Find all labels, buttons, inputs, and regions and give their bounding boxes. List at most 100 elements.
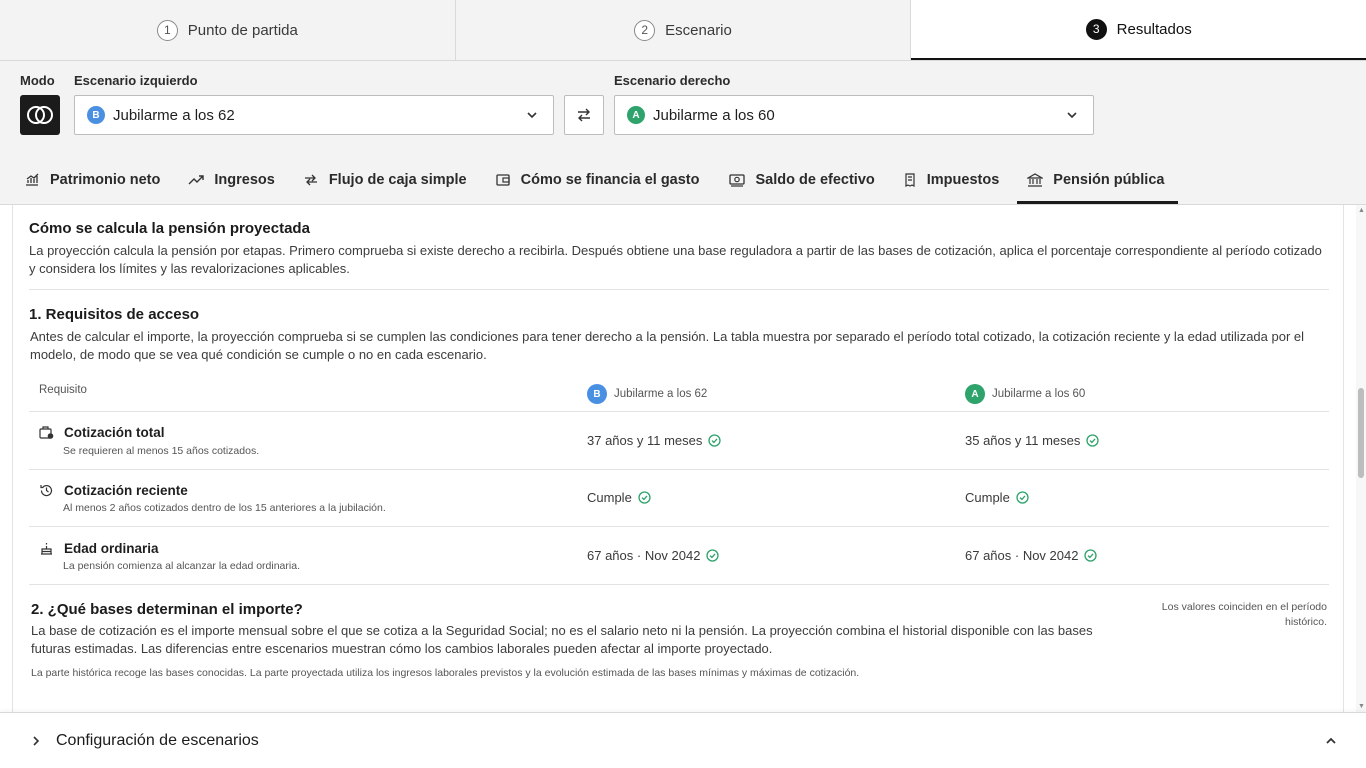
step-label: Escenario	[665, 21, 732, 39]
row-value-a: 35 años y 11 meses	[965, 433, 1100, 448]
historical-note: Los valores coinciden en el período hist…	[1161, 601, 1327, 628]
value-text: 67 años · Nov 2042	[965, 548, 1079, 563]
table-row-title: Cotización total	[39, 425, 165, 440]
row-value-a: 67 años · Nov 2042	[965, 548, 1098, 563]
value-text: Cumple	[587, 490, 632, 505]
scenario-a-badge: A	[965, 384, 985, 404]
compare-circles-icon	[27, 106, 53, 124]
col-header-label: Jubilarme a los 60	[992, 388, 1086, 400]
check-circle-icon	[708, 434, 722, 447]
right-scenario-label: Escenario derecho	[614, 73, 731, 88]
bases-text: La base de cotización es el importe mens…	[31, 623, 1093, 656]
row-subtitle: Se requieren al menos 15 años cotizados.	[63, 445, 260, 457]
check-circle-icon	[706, 549, 720, 562]
scenario-b-badge: B	[87, 106, 105, 124]
bases-small-note: La parte histórica recoge las bases cono…	[31, 667, 860, 679]
row-value-b: 67 años · Nov 2042	[587, 548, 720, 563]
left-scenario-select[interactable]: B Jubilarme a los 62	[74, 95, 554, 135]
chevron-up-icon[interactable]	[1324, 734, 1338, 748]
tab-label: Ingresos	[214, 172, 275, 188]
briefcase-clock-icon	[39, 426, 54, 439]
section-title: Cómo se calcula la pensión proyectada	[29, 220, 310, 237]
value-text: 37 años y 11 meses	[587, 433, 703, 448]
table-divider	[29, 469, 1329, 470]
chevron-down-icon	[1067, 112, 1077, 119]
value-text: 67 años · Nov 2042	[587, 548, 701, 563]
tab-label: Impuestos	[926, 172, 1000, 188]
cake-icon	[41, 543, 52, 555]
check-circle-icon	[638, 491, 651, 504]
chevron-right-icon[interactable]	[30, 734, 42, 748]
tab-saldo-efectivo[interactable]: Saldo de efectivo	[718, 156, 889, 204]
check-circle-icon	[1084, 549, 1098, 562]
right-scenario-value: Jubilarme a los 60	[653, 106, 775, 124]
swap-scenarios-button[interactable]	[564, 95, 604, 135]
swap-arrows-icon	[578, 108, 590, 122]
step-number: 3	[1085, 18, 1107, 40]
tab-flujo-de-caja[interactable]: Flujo de caja simple	[293, 156, 481, 204]
row-subtitle: Al menos 2 años cotizados dentro de los …	[63, 502, 386, 514]
left-scenario-value: Jubilarme a los 62	[113, 106, 235, 124]
tab-financia-gasto[interactable]: Cómo se financia el gasto	[485, 156, 714, 204]
scroll-down-arrow-icon[interactable]: ▼	[1358, 703, 1365, 710]
row-value-a: Cumple	[965, 490, 1029, 505]
step-label: Resultados	[1116, 20, 1192, 38]
scroll-thumb[interactable]	[1358, 388, 1364, 478]
scenario-a-badge: A	[627, 106, 645, 124]
tab-label: Cómo se financia el gasto	[520, 172, 700, 188]
mode-label: Modo	[20, 73, 55, 88]
tab-label: Pensión pública	[1053, 172, 1165, 188]
scenario-b-badge: B	[587, 384, 607, 404]
intro-text: La proyección calcula la pensión por eta…	[29, 243, 1322, 276]
pension-panel: Cómo se calcula la pensión proyectada La…	[12, 205, 1344, 712]
bases-title: 2. ¿Qué bases determinan el importe?	[31, 601, 303, 618]
right-scenario-select[interactable]: A Jubilarme a los 60	[614, 95, 1094, 135]
steps-bar: 1 Punto de partida 2 Escenario 3 Resulta…	[0, 0, 1366, 61]
chart-icon	[26, 173, 39, 186]
table-divider	[29, 411, 1329, 412]
tab-label: Saldo de efectivo	[755, 172, 875, 188]
row-title-label: Cotización reciente	[64, 483, 188, 498]
cash-icon	[728, 174, 745, 187]
step-number: 1	[156, 19, 178, 41]
table-row-title: Edad ordinaria	[39, 541, 159, 556]
table-divider	[29, 584, 1329, 585]
pension-content: Cómo se calcula la pensión proyectada La…	[0, 205, 1356, 712]
history-icon	[40, 484, 53, 497]
left-scenario-label: Escenario izquierdo	[74, 73, 198, 88]
step-punto-de-partida[interactable]: 1 Punto de partida	[0, 0, 456, 60]
tab-impuestos[interactable]: Impuestos	[893, 156, 1014, 204]
trend-icon	[188, 175, 205, 185]
col-header-label: Jubilarme a los 62	[614, 388, 708, 400]
receipt-icon	[905, 173, 915, 187]
col-requisito-header: Requisito	[39, 384, 87, 396]
col-scenario-a-header: A Jubilarme a los 60	[965, 384, 1085, 404]
table-row-title: Cotización reciente	[39, 483, 188, 498]
value-text: 35 años y 11 meses	[965, 433, 1081, 448]
value-text: Cumple	[965, 490, 1010, 505]
scenario-config-title: Configuración de escenarios	[56, 732, 259, 749]
scroll-up-arrow-icon[interactable]: ▲	[1358, 207, 1365, 214]
row-title-label: Edad ordinaria	[64, 541, 159, 556]
step-escenario[interactable]: 2 Escenario	[456, 0, 912, 60]
col-header-label: Requisito	[39, 384, 87, 396]
tab-patrimonio-neto[interactable]: Patrimonio neto	[14, 156, 174, 204]
tab-label: Flujo de caja simple	[328, 172, 467, 188]
wallet-icon	[495, 174, 510, 186]
tab-ingresos[interactable]: Ingresos	[178, 156, 288, 204]
bank-icon	[1027, 173, 1044, 187]
scenario-controls: Modo Escenario izquierdo Escenario derec…	[0, 61, 1366, 156]
tab-pension-publica[interactable]: Pensión pública	[1017, 156, 1179, 204]
row-value-b: 37 años y 11 meses	[587, 433, 722, 448]
requisitos-title: 1. Requisitos de acceso	[29, 306, 200, 323]
mode-compare-button[interactable]	[20, 95, 60, 135]
step-resultados[interactable]: 3 Resultados	[911, 0, 1366, 60]
row-title-label: Cotización total	[64, 425, 165, 440]
col-scenario-b-header: B Jubilarme a los 62	[587, 384, 707, 404]
tab-label: Patrimonio neto	[50, 172, 161, 188]
arrows-icon	[304, 174, 317, 186]
scenario-config-panel[interactable]: Configuración de escenarios	[0, 712, 1366, 768]
check-circle-icon	[1016, 491, 1029, 504]
content-scrollbar[interactable]: ▲ ▼	[1356, 205, 1366, 712]
row-subtitle: La pensión comienza al alcanzar la edad …	[63, 560, 300, 572]
